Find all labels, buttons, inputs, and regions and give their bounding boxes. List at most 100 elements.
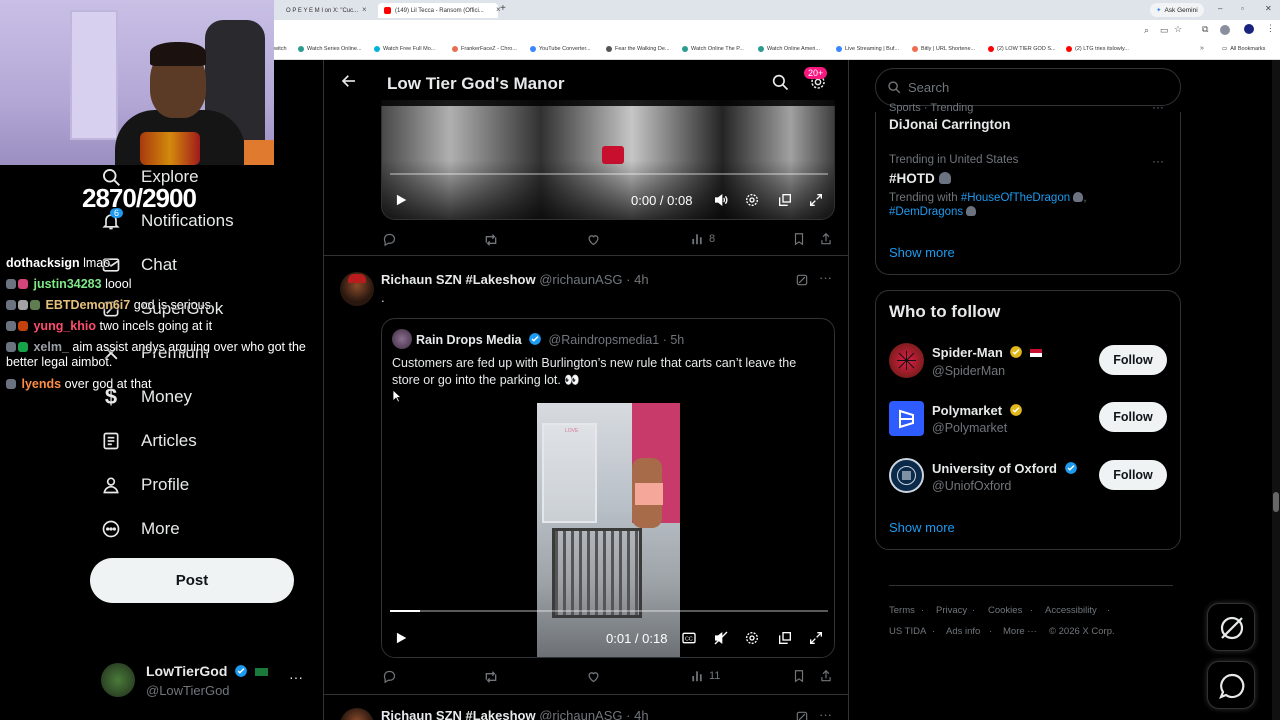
new-tab-icon[interactable]: + (500, 3, 506, 14)
play-icon[interactable] (394, 193, 408, 212)
more-bookmarks-icon[interactable]: » (1200, 45, 1204, 52)
bookmark-item[interactable]: Watch Free Full Mo... (374, 46, 435, 52)
bookmark-item[interactable]: (2) LTG tries itslowly... (1066, 46, 1129, 52)
tweet-time[interactable]: 4h (634, 708, 648, 720)
suggestion-name[interactable]: Polymarket (932, 403, 1023, 418)
messages-float-button[interactable] (1207, 661, 1255, 709)
tweet-time[interactable]: 4h (634, 272, 648, 287)
bookmark-star-icon[interactable]: ☆ (1174, 24, 1182, 35)
maximize-icon[interactable]: ▫ (1241, 4, 1244, 13)
volume-icon[interactable] (713, 192, 729, 213)
trend-more-icon[interactable]: ··· (1152, 154, 1164, 168)
gear-icon[interactable] (744, 630, 760, 651)
cast-icon[interactable]: ▭ (1160, 25, 1169, 36)
footer-terms-link[interactable]: Terms (889, 605, 915, 616)
reply-icon[interactable] (382, 232, 397, 247)
avatar[interactable] (889, 401, 924, 436)
like-icon[interactable] (586, 232, 601, 247)
gear-icon[interactable] (744, 192, 760, 213)
bookmark-item[interactable]: FrankerFaceZ - Chro... (452, 46, 517, 52)
follow-button[interactable]: Follow (1099, 402, 1167, 432)
avatar[interactable] (889, 458, 924, 493)
share-icon[interactable] (819, 669, 833, 683)
profile-avatar[interactable] (1220, 25, 1230, 35)
mute-icon[interactable] (713, 630, 729, 651)
like-icon[interactable] (586, 669, 601, 684)
avatar[interactable] (340, 708, 374, 720)
bookmark-item[interactable]: Bitly | URL Shortene... (912, 46, 975, 52)
lens-icon[interactable]: ⌕ (1144, 25, 1149, 36)
footer-accessibility-link[interactable]: Accessibility (1045, 605, 1097, 616)
account-more-icon[interactable]: ··· (289, 669, 303, 685)
tweet-more-icon[interactable]: ··· (819, 270, 832, 285)
grok-icon[interactable] (795, 710, 809, 720)
repost-icon[interactable] (483, 232, 499, 248)
pip-icon[interactable] (777, 630, 793, 651)
browser-tab-active[interactable]: (149) Lil Tecca - Ransom (Offici... (378, 3, 498, 18)
avatar[interactable] (340, 272, 374, 306)
bookmark-icon[interactable] (792, 669, 806, 683)
nav-item-more[interactable]: More (100, 514, 180, 544)
extensions-icon[interactable]: ⧉ (1202, 24, 1208, 35)
follow-button[interactable]: Follow (1099, 345, 1167, 375)
trend-hashtag-link[interactable]: #DemDragons (889, 206, 963, 218)
repost-icon[interactable] (483, 669, 499, 685)
footer-more-link[interactable]: More ··· (1003, 626, 1037, 637)
reply-icon[interactable] (382, 669, 397, 684)
ask-gemini-button[interactable]: ✦ Ask Gemini (1150, 3, 1204, 17)
suggestion-name[interactable]: Spider-Man (932, 345, 1043, 360)
post-button[interactable]: Post (90, 558, 294, 603)
browser-menu-icon[interactable]: ⋮ (1266, 23, 1275, 34)
tweet-handle[interactable]: @richaunASG (539, 272, 622, 287)
grok-float-button[interactable] (1207, 603, 1255, 651)
tweet-video-player[interactable]: 0:00 / 0:08 (381, 100, 835, 220)
footer-tida-link[interactable]: US TIDA (889, 626, 926, 637)
tweet-author[interactable]: Richaun SZN #Lakeshow (381, 708, 536, 720)
tab-close-icon[interactable]: × (362, 5, 367, 14)
bookmark-item[interactable]: witch (274, 46, 287, 52)
avatar[interactable] (889, 343, 924, 378)
suggestion-name[interactable]: University of Oxford (932, 461, 1078, 476)
show-more-link[interactable]: Show more (889, 520, 955, 535)
play-icon[interactable] (394, 631, 408, 650)
video-progress-bar[interactable] (390, 610, 828, 612)
show-more-link[interactable]: Show more (889, 245, 955, 260)
footer-ads-info-link[interactable]: Ads info (946, 626, 980, 637)
bookmark-icon[interactable] (792, 232, 806, 246)
page-scrollbar[interactable] (1272, 60, 1280, 720)
bookmark-item[interactable]: (2) LOW TIER GOD S... (988, 46, 1056, 52)
share-icon[interactable] (819, 232, 833, 246)
all-bookmarks-folder[interactable]: ▭ All Bookmarks (1222, 46, 1265, 52)
bookmark-item[interactable]: Live Streaming | Buf... (836, 46, 899, 52)
views-stat[interactable]: 11 (690, 669, 720, 683)
trend-hashtag-link[interactable]: #HouseOfTheDragon (961, 192, 1070, 204)
views-stat[interactable]: 8 (690, 232, 715, 246)
bookmark-item[interactable]: Fear the Walking De... (606, 46, 670, 52)
video-progress-bar[interactable] (390, 173, 828, 175)
nav-item-chat[interactable]: Chat (100, 250, 177, 280)
scrollbar-thumb[interactable] (1273, 492, 1279, 512)
bookmark-item[interactable]: YouTube Converter... (530, 46, 591, 52)
browser-tab[interactable]: O P E Y E M I on X: "Cuc... (276, 3, 362, 18)
trend-more-icon[interactable]: ··· (1152, 100, 1164, 114)
captions-icon[interactable]: CC (681, 630, 697, 651)
follow-button[interactable]: Follow (1099, 460, 1167, 490)
account-switcher[interactable]: LowTierGod @LowTierGod ··· (90, 654, 315, 706)
pip-icon[interactable] (777, 192, 793, 213)
back-arrow-icon[interactable] (340, 72, 358, 95)
trend-name-row[interactable]: #HOTD (889, 171, 951, 186)
quoted-video-player[interactable]: LOVE 0:01 / 0:18 CC (382, 403, 834, 657)
nav-item-articles[interactable]: Articles (100, 426, 197, 456)
quoted-tweet-card[interactable]: Rain Drops Media @Raindropsmedia1 · 5h C… (381, 318, 835, 658)
bookmark-item[interactable]: Watch Online The P... (682, 46, 744, 52)
bookmark-item[interactable]: Watch Online Ameri... (758, 46, 820, 52)
tweet-handle[interactable]: @richaunASG (539, 708, 622, 720)
minimize-icon[interactable]: – (1218, 4, 1222, 13)
search-icon[interactable] (771, 73, 789, 96)
footer-cookies-link[interactable]: Cookies (988, 605, 1022, 616)
fullscreen-icon[interactable] (808, 192, 824, 213)
fullscreen-icon[interactable] (808, 630, 824, 651)
close-window-icon[interactable]: ✕ (1265, 4, 1272, 13)
bookmark-item[interactable]: Watch Series Online... (298, 46, 362, 52)
search-input[interactable]: Search (875, 68, 1181, 106)
